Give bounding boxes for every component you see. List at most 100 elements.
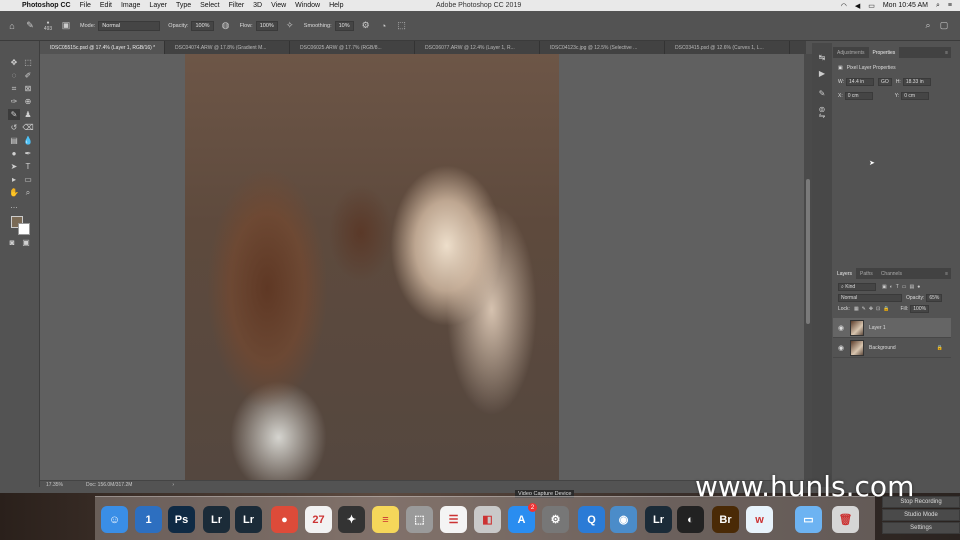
layer-row[interactable]: ◉ Layer 1 [833, 318, 951, 338]
studio-mode-button[interactable]: Studio Mode [882, 509, 960, 521]
layer-kind-filter[interactable]: ⌕ Kind [838, 283, 876, 291]
screenshot-icon[interactable]: ⬚ [406, 506, 433, 533]
mode-select[interactable]: Normal [98, 20, 161, 31]
tab-document-6[interactable]: DSC03415.psd @ 12.6% (Curves 1, L... [665, 41, 790, 54]
tab-properties[interactable]: Properties [868, 47, 900, 58]
image-capture-icon[interactable]: ◉ [610, 506, 637, 533]
pen-tool-icon[interactable]: ✒ [22, 148, 34, 159]
quick-mask-icon[interactable]: ◙ [6, 237, 18, 248]
chrome-icon[interactable]: ● [271, 506, 298, 533]
history-panel-icon[interactable]: ↹ [816, 51, 828, 63]
history-brush-tool-icon[interactable]: ↺ [8, 122, 20, 133]
photoshop-icon[interactable]: Ps [168, 506, 195, 533]
layer-name[interactable]: Background [869, 345, 896, 351]
settings-button[interactable]: Settings [882, 522, 960, 534]
smoothing-field[interactable]: 10% [334, 20, 354, 31]
menu-file[interactable]: File [80, 2, 91, 9]
zoom-tool-icon[interactable]: ⌕ [22, 187, 34, 198]
frame-tool-icon[interactable]: ⊠ [22, 83, 34, 94]
actions-panel-icon[interactable]: ▶ [816, 67, 828, 79]
document-image[interactable] [185, 54, 559, 480]
angle-icon[interactable]: ◔ [378, 20, 390, 32]
dodge-tool-icon[interactable]: ● [8, 148, 20, 159]
menu-image[interactable]: Image [121, 2, 140, 9]
layer-opacity-field[interactable]: 65% [926, 294, 943, 302]
flow-field[interactable]: 100% [255, 20, 278, 31]
menu-3d[interactable]: 3D [253, 2, 262, 9]
search-icon[interactable]: ⌕ [922, 20, 934, 32]
menu-window[interactable]: Window [295, 2, 320, 9]
lock-icons[interactable]: ▦✎✥⊡🔒 [854, 306, 893, 312]
background-color-swatch[interactable] [18, 223, 30, 235]
canvas-vertical-scrollbar[interactable] [804, 54, 812, 487]
link-dimensions-button[interactable]: GO [878, 78, 892, 86]
direct-select-tool-icon[interactable]: ▸ [8, 174, 20, 185]
layers-panel-menu-icon[interactable]: ≡ [945, 271, 948, 277]
blur-tool-icon[interactable]: 💧 [22, 135, 34, 146]
visibility-eye-icon[interactable]: ◉ [838, 324, 846, 332]
final-cut-icon[interactable]: ✦ [338, 506, 365, 533]
blend-mode-select[interactable]: Normal [838, 294, 902, 302]
home-icon[interactable]: ⌂ [6, 20, 18, 32]
zoom-level[interactable]: 17.35% [46, 482, 86, 488]
brush-tool-icon[interactable]: ✎ [8, 109, 20, 120]
preview-icon[interactable]: ◧ [474, 506, 501, 533]
lasso-tool-icon[interactable]: ◌ [8, 70, 20, 81]
screen-mode-icon[interactable]: ▣ [20, 237, 32, 248]
calendar-icon[interactable]: 27 [305, 506, 332, 533]
tab-document-5[interactable]: IDSC04123c.jpg @ 12.5% (Selective ... [540, 41, 665, 54]
symmetry-icon[interactable]: ⬚ [396, 20, 408, 32]
brush-panel-icon[interactable]: ✎ [816, 87, 828, 99]
visibility-eye-icon[interactable]: ◉ [838, 344, 846, 352]
move-tool-icon[interactable]: ✥ [8, 57, 20, 68]
finder-icon[interactable]: ☺ [101, 506, 128, 533]
hand-tool-icon[interactable]: ✋ [8, 187, 20, 198]
eyedropper-tool-icon[interactable]: ✑ [8, 96, 20, 107]
edit-toolbar-icon[interactable]: … [8, 200, 20, 211]
y-field[interactable]: 0 cm [901, 92, 930, 100]
menu-type[interactable]: Type [176, 2, 191, 9]
stamp-tool-icon[interactable]: ♟ [22, 109, 34, 120]
bridge-icon[interactable]: Br [712, 506, 739, 533]
spotlight-icon[interactable]: ⌕ [936, 2, 940, 10]
panel-menu-icon[interactable]: ≡ [945, 50, 948, 56]
canvas-area[interactable] [40, 54, 806, 480]
quick-select-tool-icon[interactable]: ✐ [22, 70, 34, 81]
opacity-field[interactable]: 100% [191, 20, 214, 31]
airbrush-icon[interactable]: ✧ [284, 20, 296, 32]
smoothing-options-icon[interactable]: ⚙ [360, 20, 372, 32]
gradient-tool-icon[interactable]: ▤ [8, 135, 20, 146]
scrollbar-thumb[interactable] [806, 179, 810, 324]
brush-preset-picker[interactable]: ● 493 [42, 20, 54, 32]
menu-select[interactable]: Select [200, 2, 219, 9]
brush-settings-icon[interactable]: ▣ [60, 20, 72, 32]
menu-view[interactable]: View [271, 2, 286, 9]
menu-layer[interactable]: Layer [149, 2, 167, 9]
lightroom-icon-2[interactable]: Lr [645, 506, 672, 533]
workspace-icon[interactable]: ▢ [938, 20, 950, 32]
system-preferences-icon[interactable]: ⚙ [542, 506, 569, 533]
healing-tool-icon[interactable]: ⊕ [22, 96, 34, 107]
wunderlist-icon[interactable]: w [746, 506, 773, 533]
tab-document-1[interactable]: IDSC05515c.psd @ 17.4% (Layer 1, RGB/16)… [40, 41, 165, 54]
artboard-tool-icon[interactable]: ⬚ [22, 57, 34, 68]
lightroom-icon[interactable]: Lr [203, 506, 230, 533]
reminders-icon[interactable]: ☰ [440, 506, 467, 533]
height-field[interactable]: 18.33 in [902, 78, 931, 86]
volume-icon[interactable]: ◀ [855, 2, 860, 10]
quicktime-icon[interactable]: Q [578, 506, 605, 533]
tab-paths[interactable]: Paths [856, 268, 877, 279]
downloads-folder-icon[interactable]: ▭ [795, 506, 822, 533]
type-tool-icon[interactable]: T [22, 161, 34, 172]
adjust-panel-icon[interactable]: ⇋ [816, 109, 828, 121]
tab-adjustments[interactable]: Adjustments [833, 47, 869, 58]
notes-icon[interactable]: ≡ [372, 506, 399, 533]
layer-row[interactable]: ◉ Background 🔒 [833, 338, 951, 358]
tab-layers[interactable]: Layers [833, 268, 857, 279]
filter-type-icons[interactable]: ▣◐T▭▤● [882, 284, 923, 290]
width-field[interactable]: 14.4 in [846, 78, 875, 86]
trash-icon[interactable]: 🗑 [832, 506, 859, 533]
pressure-opacity-icon[interactable]: ◍ [220, 20, 232, 32]
notification-center-icon[interactable]: ≡ [948, 2, 952, 9]
layer-name[interactable]: Layer 1 [869, 325, 886, 331]
